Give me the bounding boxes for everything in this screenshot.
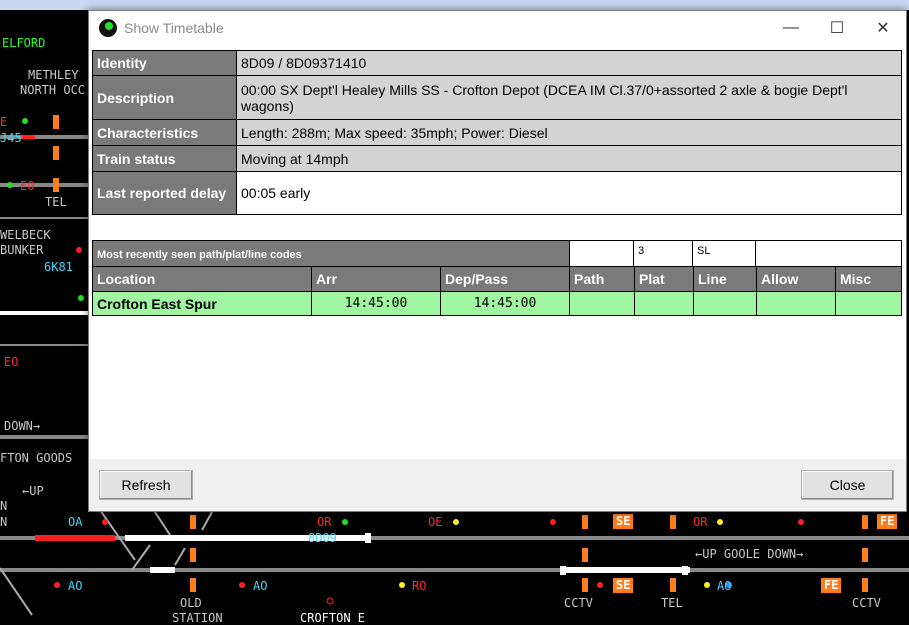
codes-line: SL: [692, 240, 756, 269]
close-button[interactable]: Close: [801, 470, 894, 500]
bg-label-ao3: AO: [717, 579, 732, 593]
train-status-value: Moving at 14mph: [236, 145, 902, 172]
identity-label: Identity: [92, 50, 237, 76]
close-icon: ✕: [876, 20, 890, 37]
bg-label-eo1: EO: [20, 179, 35, 193]
bg-label-or1: OR: [317, 515, 332, 529]
bg-label-ao2: AO: [253, 579, 268, 593]
bg-label-fton-goods: FTON GOODS: [0, 451, 73, 465]
minimize-button[interactable]: —: [768, 11, 814, 45]
timetable-table: Location Arr Dep/Pass Path Plat Line All…: [92, 266, 902, 316]
header-path: Path: [569, 266, 635, 292]
train-info-table: Identity 8D09 / 8D09371410 Description 0…: [92, 50, 902, 215]
close-window-button[interactable]: ✕: [860, 11, 906, 45]
row-location[interactable]: Crofton East Spur: [92, 291, 312, 316]
codes-plat: 3: [633, 240, 693, 269]
maximize-icon: ☐: [829, 20, 845, 37]
bg-label-ro: RO: [412, 579, 427, 593]
bg-label-or2: OR: [693, 515, 708, 529]
app-icon: [99, 19, 117, 37]
bg-box-fe1: FE: [877, 514, 898, 529]
bg-label-ao1: AO: [68, 579, 83, 593]
row-allow[interactable]: [756, 291, 836, 316]
bg-label-up: ←UP: [22, 484, 44, 498]
bg-label-tel1: TEL: [45, 195, 67, 209]
bg-label-cctv2: CCTV: [852, 596, 881, 610]
header-arr: Arr: [311, 266, 441, 292]
bg-label-n1: N: [0, 499, 8, 513]
header-plat: Plat: [634, 266, 694, 292]
train-status-row: Train status Moving at 14mph: [92, 145, 902, 172]
bg-label-up-goole-down: ←UP GOOLE DOWN→: [695, 547, 804, 561]
codes-misc: [755, 240, 902, 269]
codes-table: Most recently seen path/plat/line codes …: [92, 240, 902, 269]
timetable-header-row: Location Arr Dep/Pass Path Plat Line All…: [92, 266, 902, 292]
row-plat[interactable]: [634, 291, 694, 316]
bg-box-se1: SE: [613, 514, 634, 529]
bg-label-crofton-e: CROFTON E: [300, 611, 366, 625]
row-path[interactable]: [569, 291, 635, 316]
bg-label-tel2: TEL: [661, 596, 683, 610]
show-timetable-window: Show Timetable — ☐ ✕ Identity 8D09 / 8D0…: [88, 10, 907, 512]
bg-label-down: DOWN→: [4, 419, 41, 433]
bg-train-8d09[interactable]: 8D09: [308, 531, 337, 545]
characteristics-row: Characteristics Length: 288m; Max speed:…: [92, 119, 902, 146]
header-line: Line: [693, 266, 757, 292]
bg-label-north-oc: NORTH OCC: [20, 83, 86, 97]
dialog-footer: Refresh Close: [89, 459, 906, 511]
codes-label: Most recently seen path/plat/line codes: [92, 240, 570, 269]
bg-label-cctv1: CCTV: [564, 596, 593, 610]
characteristics-value: Length: 288m; Max speed: 35mph; Power: D…: [236, 119, 902, 146]
bg-label-methley: METHLEY: [28, 68, 79, 82]
bg-label-bunker: BUNKER: [0, 243, 44, 257]
timetable-content: Identity 8D09 / 8D09371410 Description 0…: [89, 45, 906, 459]
description-row: Description 00:00 SX Dept'l Healey Mills…: [92, 75, 902, 120]
bg-box-fe2: FE: [821, 578, 842, 593]
bg-label-j45: J45: [0, 131, 22, 145]
minimize-icon: —: [783, 19, 799, 36]
identity-value: 8D09 / 8D09371410: [236, 50, 902, 76]
train-status-label: Train status: [92, 145, 237, 172]
header-dep-pass: Dep/Pass: [440, 266, 570, 292]
row-line[interactable]: [693, 291, 757, 316]
codes-row: Most recently seen path/plat/line codes …: [92, 240, 902, 269]
description-label: Description: [92, 75, 237, 120]
title-bar[interactable]: Show Timetable — ☐ ✕: [89, 11, 906, 45]
bg-label-oe: OE: [428, 515, 443, 529]
bg-box-se2: SE: [613, 578, 634, 593]
maximize-button[interactable]: ☐: [814, 11, 860, 45]
bg-label-n2: N: [0, 515, 8, 529]
row-dep[interactable]: 14:45:00: [440, 291, 570, 316]
characteristics-label: Characteristics: [92, 119, 237, 146]
bg-label-oa: OA: [68, 515, 83, 529]
bg-label-e-top: E: [0, 115, 8, 129]
delay-value: 00:05 early: [236, 171, 902, 215]
bg-label-eo2: EO: [4, 355, 19, 369]
header-allow: Allow: [756, 266, 836, 292]
header-misc: Misc: [835, 266, 902, 292]
bg-label-elford: ELFORD: [2, 36, 46, 50]
row-misc[interactable]: [835, 291, 902, 316]
bg-label-old: OLD: [180, 596, 202, 610]
row-arr[interactable]: 14:45:00: [311, 291, 441, 316]
delay-row: Last reported delay 00:05 early: [92, 171, 902, 215]
window-title: Show Timetable: [124, 20, 224, 36]
delay-label: Last reported delay: [92, 171, 237, 215]
description-value: 00:00 SX Dept'l Healey Mills SS - Crofto…: [236, 75, 902, 120]
table-row[interactable]: Crofton East Spur 14:45:00 14:45:00: [92, 291, 902, 316]
refresh-button[interactable]: Refresh: [99, 470, 193, 500]
header-location: Location: [92, 266, 312, 292]
bg-label-6k81: 6K81: [44, 260, 73, 274]
bg-label-station: STATION: [172, 611, 223, 625]
codes-path: [569, 240, 634, 269]
bg-label-welbeck: WELBECK: [0, 228, 51, 242]
identity-row: Identity 8D09 / 8D09371410: [92, 50, 902, 76]
